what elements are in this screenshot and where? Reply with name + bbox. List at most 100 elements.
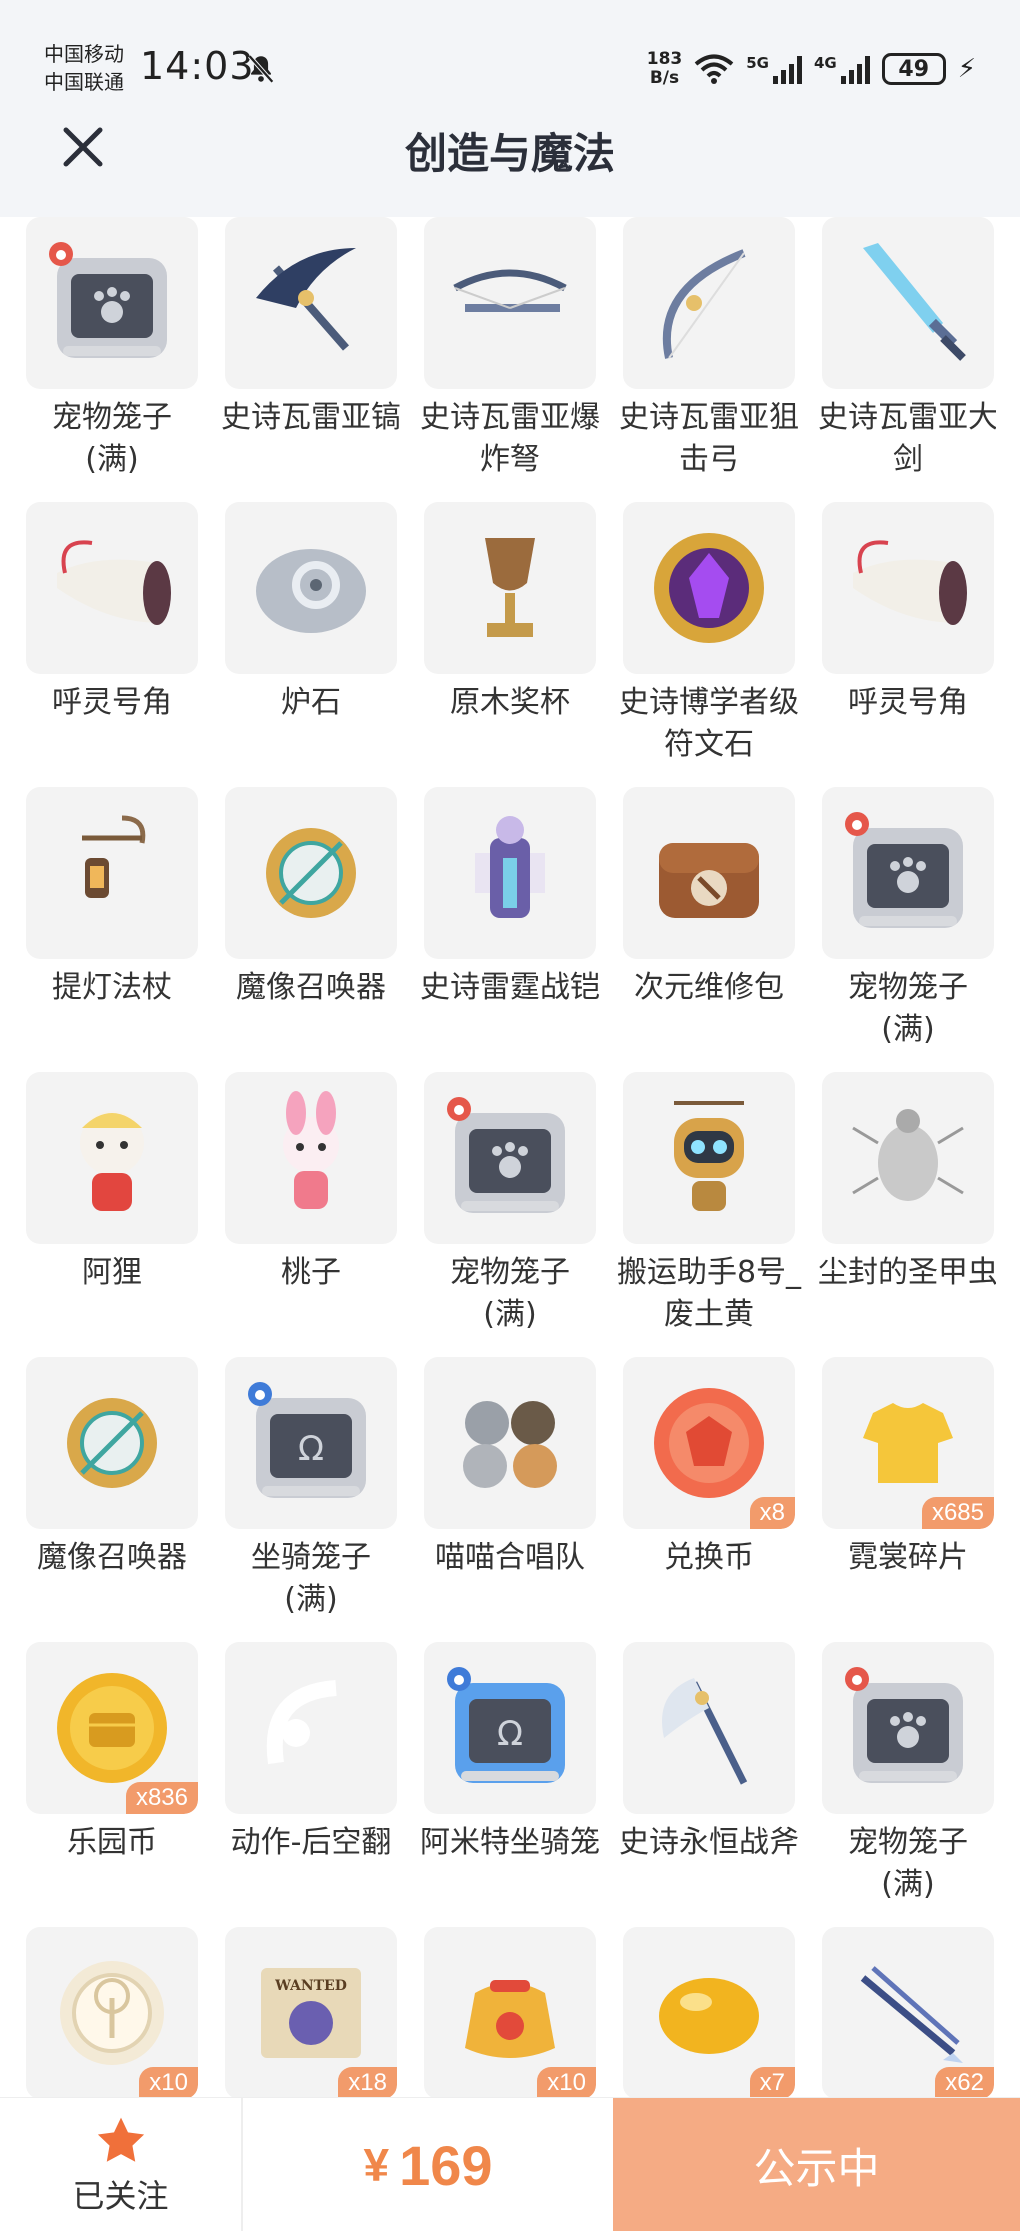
thunder-armor-icon	[475, 816, 545, 918]
item-card[interactable]: 宠物笼子 (满)	[822, 1642, 994, 1927]
item-card[interactable]: x62	[822, 1927, 994, 2097]
epic-axe-icon	[662, 1678, 748, 1785]
pet-cage-icon	[447, 1097, 565, 1213]
golem-summoner-icon	[266, 828, 356, 918]
item-thumbnail	[26, 217, 198, 389]
gold-bean-icon	[659, 1978, 759, 2054]
quantity-badge: x836	[125, 1782, 198, 1814]
item-card[interactable]: 呼灵号角	[822, 502, 994, 787]
item-card[interactable]: 喵喵合唱队	[424, 1357, 596, 1642]
item-name: 史诗永恒战斧	[619, 1825, 799, 1860]
ali-pet-icon	[80, 1111, 144, 1211]
page-header: 创造与魔法	[0, 110, 1020, 217]
item-card[interactable]: 史诗瓦雷亚爆炸弩	[420, 217, 600, 502]
item-thumbnail	[225, 787, 397, 959]
item-name: 史诗瓦雷亚狙击弓	[619, 400, 799, 477]
item-card[interactable]: x836 乐园币	[26, 1642, 198, 1927]
item-thumbnail	[424, 502, 596, 674]
item-card[interactable]: 原木奖杯	[424, 502, 596, 787]
item-card[interactable]: 尘封的圣甲虫	[818, 1072, 996, 1357]
status-icons: 183 B/s 5G 4G 49 ⚡	[647, 44, 976, 94]
item-card[interactable]: 宠物笼子 (满)	[26, 217, 198, 502]
follow-button[interactable]: 已关注	[0, 2098, 243, 2231]
item-name: 宠物笼子 (满)	[52, 400, 172, 477]
item-thumbnail	[822, 217, 994, 389]
item-card[interactable]: 史诗博学者级符文石	[619, 502, 799, 787]
item-card[interactable]: 炉石	[225, 502, 397, 787]
item-card[interactable]: Ω 坐骑笼子 (满)	[225, 1357, 397, 1642]
item-card[interactable]: 搬运助手8号_废土黄	[617, 1072, 801, 1357]
item-thumbnail	[225, 1642, 397, 1814]
item-card[interactable]: 史诗瓦雷亚大剑	[818, 217, 996, 502]
price-value: 169	[399, 2133, 493, 2197]
item-card[interactable]: 史诗瓦雷亚狙击弓	[619, 217, 799, 502]
item-thumbnail	[623, 787, 795, 959]
cat-choir-icon	[463, 1401, 557, 1488]
item-card[interactable]: x685 霓裳碎片	[822, 1357, 994, 1642]
pet-cage-icon	[845, 1667, 963, 1783]
item-card[interactable]: WANTED x18	[225, 1927, 397, 2097]
golem-summoner-icon	[67, 1398, 157, 1488]
quantity-badge: x10	[537, 2067, 596, 2097]
item-card[interactable]: 史诗瓦雷亚镐	[221, 217, 401, 502]
item-name: 史诗瓦雷亚大剑	[818, 400, 996, 477]
item-name: 桃子	[281, 1255, 341, 1290]
item-name: 史诗瓦雷亚镐	[221, 400, 401, 435]
top-bar: 中国移动 中国联通 14:03 183 B/s 5G 4G 49 ⚡ 创造与魔法	[0, 0, 1020, 217]
pet-cage-icon	[845, 812, 963, 928]
item-thumbnail	[225, 217, 397, 389]
arrows-icon	[860, 1966, 963, 2063]
bottom-bar: 已关注 ¥ 169 公示中	[0, 2097, 1020, 2231]
item-card[interactable]: 桃子	[225, 1072, 397, 1357]
signal-4g: 4G	[814, 54, 870, 84]
item-card[interactable]: x7	[623, 1927, 795, 2097]
item-name: 魔像召唤器	[236, 970, 386, 1005]
page-title: 创造与魔法	[404, 129, 615, 178]
clock: 14:03	[140, 44, 255, 88]
epic-crossbow-icon	[453, 269, 567, 312]
item-card[interactable]: 史诗永恒战斧	[619, 1642, 799, 1927]
epic-greatsword-icon	[863, 243, 966, 361]
charging-icon: ⚡	[957, 54, 976, 84]
epic-bow-icon	[662, 249, 746, 359]
item-thumbnail	[424, 1072, 596, 1244]
item-card[interactable]: 魔像召唤器	[225, 787, 397, 1072]
quantity-badge: x685	[921, 1497, 994, 1529]
horn-icon	[853, 540, 967, 625]
item-thumbnail: x836	[26, 1642, 198, 1814]
item-name: 阿米特坐骑笼	[420, 1825, 600, 1860]
wifi-icon	[694, 54, 734, 84]
item-card[interactable]: x10	[26, 1927, 198, 2097]
item-thumbnail	[424, 217, 596, 389]
item-thumbnail: x62	[822, 1927, 994, 2097]
item-name: 坐骑笼子 (满)	[251, 1540, 371, 1617]
item-card[interactable]: 魔像召唤器	[26, 1357, 198, 1642]
item-card[interactable]: x8 兑换币	[623, 1357, 795, 1642]
amit-mount-cage-icon: Ω	[447, 1667, 565, 1783]
item-card[interactable]: 史诗雷霆战铠	[420, 787, 600, 1072]
item-thumbnail	[623, 502, 795, 674]
item-thumbnail	[225, 1072, 397, 1244]
item-thumbnail	[225, 502, 397, 674]
item-card[interactable]: Ω 阿米特坐骑笼	[420, 1642, 600, 1927]
item-thumbnail	[822, 787, 994, 959]
item-name: 霓裳碎片	[848, 1540, 968, 1575]
status-bar: 中国移动 中国联通 14:03 183 B/s 5G 4G 49 ⚡	[0, 0, 1020, 110]
item-card[interactable]: 阿狸	[26, 1072, 198, 1357]
signal-5g: 5G	[746, 54, 802, 84]
item-card[interactable]: x10	[424, 1927, 596, 2097]
item-thumbnail	[26, 502, 198, 674]
item-thumbnail: x10	[424, 1927, 596, 2097]
item-card[interactable]: 宠物笼子 (满)	[822, 787, 994, 1072]
item-card[interactable]: 动作-后空翻	[225, 1642, 397, 1927]
public-notice-button[interactable]: 公示中	[613, 2098, 1020, 2231]
item-card[interactable]: 提灯法杖	[26, 787, 198, 1072]
scarab-icon	[852, 1109, 964, 1201]
item-card[interactable]: 宠物笼子 (满)	[424, 1072, 596, 1357]
item-name: 炉石	[281, 685, 341, 720]
carrier-1: 中国移动	[44, 42, 124, 66]
item-card[interactable]: 次元维修包	[623, 787, 795, 1072]
item-grid: 宠物笼子 (满) 史诗瓦雷亚镐 史诗瓦雷亚爆炸弩 史诗瓦雷亚狙击弓 史诗瓦雷亚大剑呼灵号…	[26, 217, 996, 2097]
rune-stone-icon	[654, 533, 764, 643]
item-card[interactable]: 呼灵号角	[26, 502, 198, 787]
